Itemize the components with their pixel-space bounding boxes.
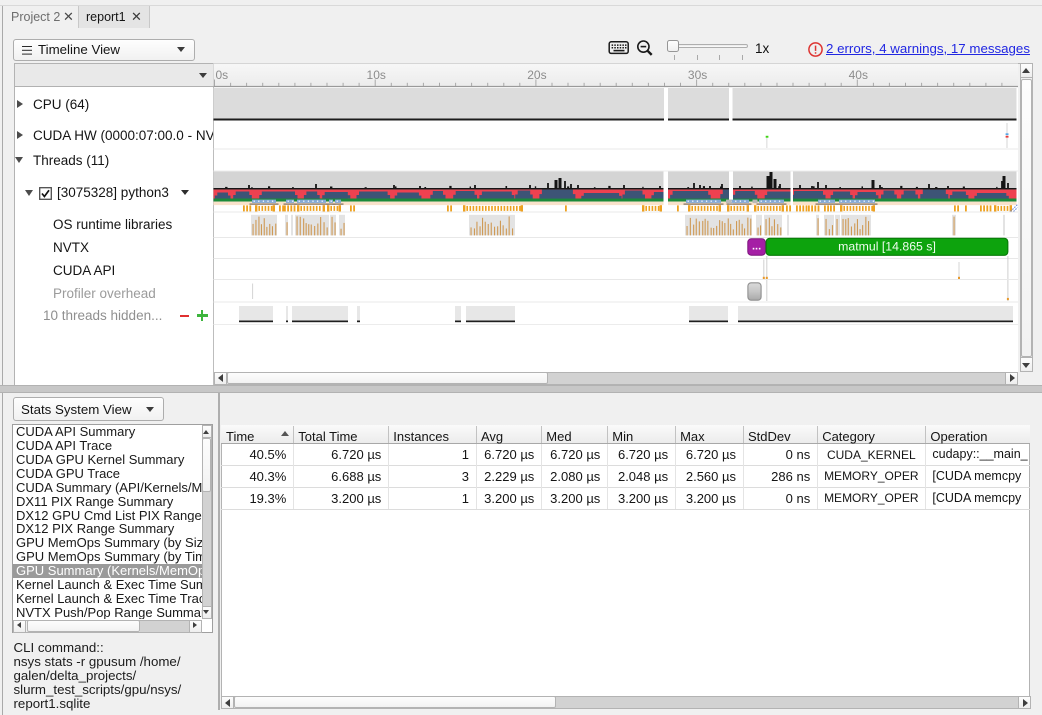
svg-text:20s: 20s	[527, 68, 546, 82]
svg-text:10s: 10s	[367, 68, 386, 82]
svg-text:30s: 30s	[688, 68, 707, 82]
svg-text:0s: 0s	[216, 68, 229, 82]
svg-text:40s: 40s	[849, 68, 868, 82]
svg-text:matmul [14.865 s]: matmul [14.865 s]	[838, 239, 936, 253]
svg-text:...: ...	[752, 241, 761, 253]
